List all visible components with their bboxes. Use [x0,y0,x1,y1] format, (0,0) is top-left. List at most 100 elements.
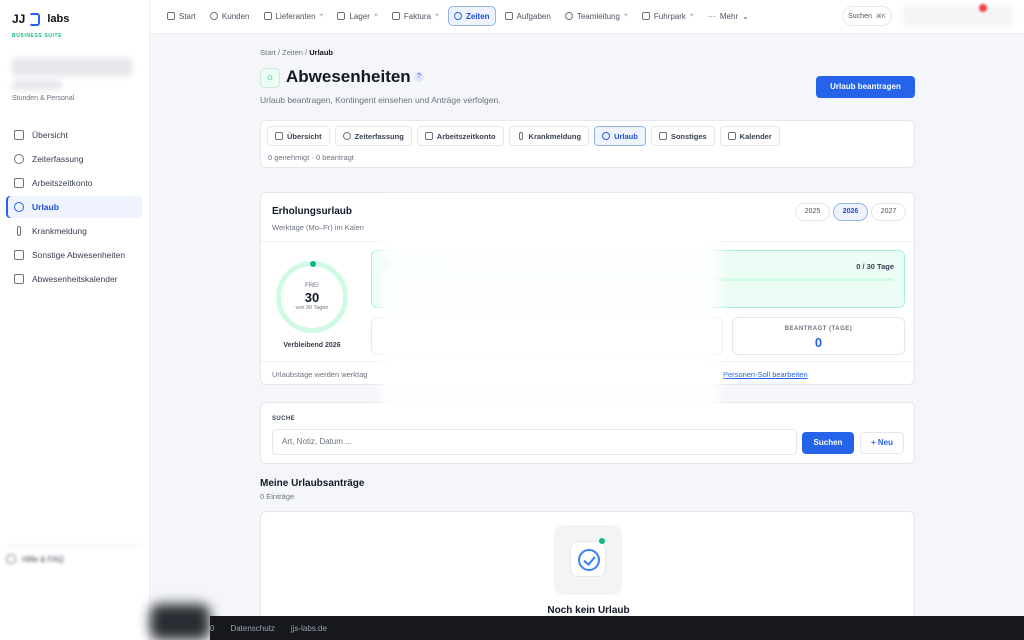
breadcrumb-zeiten[interactable]: Zeiten [282,48,303,57]
request-status-summary: 0 genehmigt · 0 beantragt [268,153,354,162]
pin-icon[interactable]: ⌖ [374,12,378,20]
brand-mark: JJ [12,12,26,26]
brand-logo[interactable]: JJ labs [12,12,69,26]
module-name-blurred [12,80,62,90]
topnav-kunden[interactable]: Kunden [205,6,255,26]
tab-krankmeldung[interactable]: Krankmeldung [508,126,590,146]
topnav-aufgaben[interactable]: Aufgaben [500,6,556,26]
chevron-down-icon: ⌄ [742,11,749,21]
tab-kalender[interactable]: Kalender [719,126,780,146]
global-search-button[interactable]: Suchen ⌘K [842,6,892,26]
tab-label: Sonstiges [670,131,707,141]
sidebar-item-uebersicht[interactable]: Übersicht [6,124,142,146]
sidebar-item-label: Krankmeldung [32,226,87,236]
check-icon [570,541,606,577]
help-label: Hilfe & FAQ [22,554,64,564]
blurred-widget [150,604,210,640]
tab-arbeitszeitkonto[interactable]: Arbeitszeitkonto [416,126,504,146]
tabs-card: Übersicht Zeiterfassung Arbeitszeitkonto… [260,120,915,168]
topnav-label: Lieferanten [275,11,316,21]
page-title: Abwesenheiten [286,67,411,86]
clock-icon [14,154,24,164]
topnav-mehr[interactable]: ··· Mehr ⌄ [703,6,754,26]
team-icon [564,12,573,20]
stat-value: 0 [814,335,823,350]
empty-state-illustration [554,525,622,595]
help-icon[interactable]: ? [414,72,424,82]
pin-icon[interactable]: ⌖ [690,12,694,20]
edit-target-link[interactable]: Personen-Soll bearbeiten [723,370,808,379]
topnav-lieferanten[interactable]: Lieferanten ⌖ [259,6,329,26]
topnav-fuhrpark[interactable]: Fuhrpark ⌖ [637,6,699,26]
thermometer-icon [518,132,523,140]
topnav-faktura[interactable]: Faktura ⌖ [387,6,444,26]
topnav-zeiten[interactable]: Zeiten [447,6,496,26]
thermometer-icon [17,226,21,236]
sidebar-item-urlaub[interactable]: Urlaub [6,196,142,218]
top-bar: Start Kunden Lieferanten ⌖ Lager ⌖ Faktura… [150,0,1024,34]
sidebar-item-sonstige[interactable]: Sonstige Abwesenheiten [6,244,142,266]
sidebar-help[interactable]: Hilfe & FAQ [6,545,142,564]
topnav-label: Kunden [221,11,250,21]
topnav-teamleitung[interactable]: Teamleitung ⌖ [560,6,633,26]
ledger-icon [424,132,433,140]
clock-icon [453,12,462,20]
request-vacation-button[interactable]: Urlaub beantragen [816,76,915,98]
pin-icon[interactable]: ⌖ [320,12,324,20]
tab-uebersicht[interactable]: Übersicht [267,126,330,146]
sidebar: JJ labs BUSINESS SUITE Stunden & Persona… [0,0,150,640]
remaining-label: Verbleibend 2026 [283,342,341,349]
sidebar-item-arbeitszeitkonto[interactable]: Arbeitszeitkonto [6,172,142,194]
tab-urlaub[interactable]: Urlaub [594,126,646,146]
year-2027-button[interactable]: 2027 [871,203,906,221]
sun-icon: ☼ [260,68,280,88]
search-section-label: SUCHE [272,416,296,422]
brand-name: labs [47,13,70,25]
vacation-title: Erholungsurlaub [272,206,352,217]
vacation-subtitle: Werktage (Mo–Fr) im Kalen [272,223,364,232]
new-request-button[interactable]: + Neu [860,432,904,454]
breadcrumb-start[interactable]: Start [260,48,276,57]
sidebar-item-krankmeldung[interactable]: Krankmeldung [6,220,142,242]
footer-link-site[interactable]: jjs-labs.de [291,624,327,633]
search-input[interactable]: Art, Notiz, Datum ... [272,429,797,455]
tab-zeiterfassung[interactable]: Zeiterfassung [334,126,412,146]
more-icon: ··· [707,11,716,21]
year-2025-button[interactable]: 2025 [795,203,830,221]
sidebar-item-zeiterfassung[interactable]: Zeiterfassung [6,148,142,170]
clipboard-icon [504,12,513,20]
sidebar-nav: Übersicht Zeiterfassung Arbeitszeitkonto… [6,124,142,292]
sidebar-item-kalender[interactable]: Abwesenheitskalender [6,268,142,290]
truck-icon [263,12,272,20]
sun-icon [14,202,24,212]
users-icon [209,12,218,20]
ledger-icon [14,178,24,188]
grid-icon [14,130,24,140]
brand-tagline: BUSINESS SUITE [12,33,63,39]
tab-label: Übersicht [287,131,322,141]
requests-title: Meine Urlaubsanträge [260,478,365,489]
footer-link-privacy[interactable]: Datenschutz [230,624,274,633]
topnav-lager[interactable]: Lager ⌖ [332,6,382,26]
year-2026-button[interactable]: 2026 [833,203,868,221]
user-menu-blurred[interactable] [902,6,1012,26]
blurred-popover [380,200,720,418]
breadcrumb: Start / Zeiten / Urlaub [260,48,333,57]
topnav-start[interactable]: Start [162,6,201,26]
notification-dot [979,4,987,12]
module-switcher-blurred [12,58,132,76]
search-button[interactable]: Suchen [802,432,854,454]
grid-icon [275,132,283,140]
top-nav: Start Kunden Lieferanten ⌖ Lager ⌖ Faktura… [162,6,754,26]
topnav-label: Faktura [403,11,432,21]
document-icon [658,132,667,140]
status-dot [599,538,605,544]
pin-icon[interactable]: ⌖ [435,12,439,20]
empty-state-title: Noch kein Urlaub [547,605,630,616]
search-label: Suchen [848,12,872,20]
tab-sonstiges[interactable]: Sonstiges [650,126,715,146]
vacation-footnote: Urlaubstage werden werktag [272,370,368,379]
pin-icon[interactable]: ⌖ [624,12,628,20]
invoice-icon [391,12,400,20]
sidebar-item-label: Arbeitszeitkonto [32,178,93,188]
